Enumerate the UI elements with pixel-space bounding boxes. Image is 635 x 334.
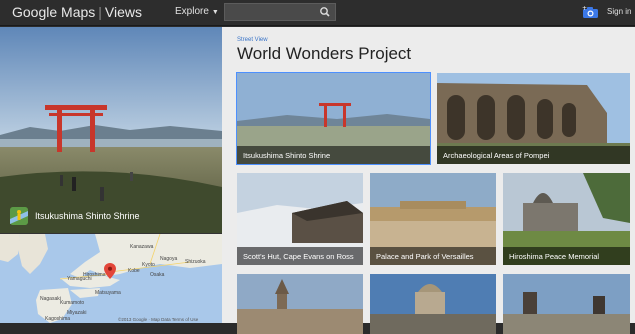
tile-label: Hiroshima Peace Memorial: [503, 247, 630, 265]
camera-icon: +: [582, 5, 598, 18]
svg-text:+: +: [582, 5, 587, 12]
map-label: Shizuoka: [185, 259, 206, 265]
caret-down-icon: ▼: [211, 9, 219, 16]
explore-label: Explore: [175, 6, 209, 17]
tile-versailles[interactable]: Palace and Park of Versailles: [370, 173, 496, 265]
tile-image: [237, 274, 363, 334]
sign-in-link[interactable]: Sign in: [607, 7, 631, 16]
tile-label: Scott's Hut, Cape Evans on Ross: [237, 247, 363, 265]
street-view-icon: [10, 207, 28, 225]
map-label: Kobe: [128, 268, 140, 274]
hero-image: [0, 27, 222, 233]
top-bar: Google Maps | Views Explore ▼ + Sign in: [0, 0, 635, 26]
tile-label: Palace and Park of Versailles: [370, 247, 496, 265]
map-label: Kumamoto: [60, 300, 85, 306]
main-content: Street View World Wonders Project Itsuku…: [222, 27, 635, 334]
search-button[interactable]: [317, 5, 333, 19]
hero-caption-label: Itsukushima Shinto Shrine: [35, 211, 140, 221]
tile-hiroshima[interactable]: Hiroshima Peace Memorial: [503, 173, 630, 265]
map-label: Matsuyama: [95, 290, 121, 296]
brand[interactable]: Google Maps | Views: [12, 4, 142, 20]
upload-photo-button[interactable]: +: [582, 5, 600, 19]
search-input[interactable]: [224, 3, 336, 21]
breadcrumb[interactable]: Street View: [237, 37, 268, 43]
brand-google: Google: [12, 4, 58, 20]
tile-row3-1[interactable]: [237, 274, 363, 334]
location-map[interactable]: Kanazawa Shizuoka Nagoya Kobe Yamaguchi …: [0, 234, 222, 323]
map-label: Osaka: [150, 272, 165, 278]
tile-label: Itsukushima Shinto Shrine: [237, 146, 430, 164]
brand-views: Views: [104, 4, 143, 20]
tile-scotts-hut[interactable]: Scott's Hut, Cape Evans on Ross: [237, 173, 363, 265]
map-label: Kagoshima: [45, 316, 71, 322]
tile-row3-2[interactable]: [370, 274, 496, 334]
hero-panorama[interactable]: Itsukushima Shinto Shrine: [0, 27, 222, 233]
map-label: Kanazawa: [130, 244, 154, 250]
left-panel: Itsukushima Shinto Shrine Kanazawa Shizu…: [0, 27, 222, 323]
map-attribution[interactable]: ©2013 Google · Map Data Terms of Use: [118, 317, 198, 322]
page-title: World Wonders Project: [237, 44, 412, 63]
tile-pompei[interactable]: Archaeological Areas of Pompei: [437, 73, 630, 164]
map-label: Nagasaki: [40, 296, 61, 302]
tile-row3-3[interactable]: [503, 274, 630, 334]
tile-itsukushima[interactable]: Itsukushima Shinto Shrine: [236, 72, 431, 165]
hero-caption[interactable]: Itsukushima Shinto Shrine: [10, 207, 140, 225]
map-label: Kyoto: [142, 262, 155, 268]
map-label: Hiroshima: [83, 272, 106, 278]
map-label: Nagoya: [160, 256, 178, 262]
brand-maps: Maps: [61, 4, 96, 20]
tile-image: [370, 274, 496, 334]
search-icon: [320, 7, 330, 17]
tile-image: [503, 274, 630, 334]
explore-menu[interactable]: Explore ▼: [175, 6, 219, 17]
tile-label: Archaeological Areas of Pompei: [437, 146, 630, 164]
